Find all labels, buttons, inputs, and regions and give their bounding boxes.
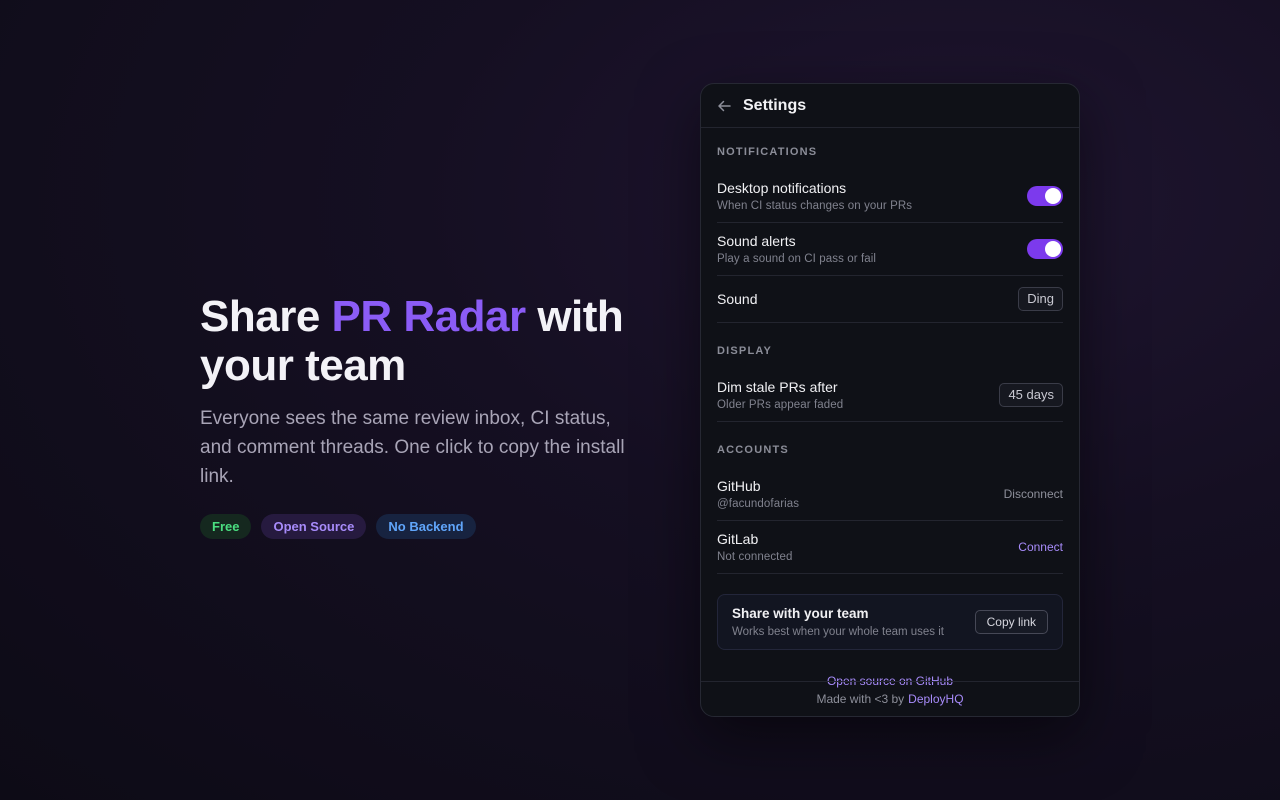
gitlab-connect-button[interactable]: Connect	[1018, 540, 1063, 554]
section-label-notifications: NOTIFICATIONS	[717, 146, 818, 158]
account-title: GitLab	[717, 530, 759, 547]
badge-list: Free Open Source No Backend	[200, 514, 640, 539]
arrow-left-icon[interactable]	[717, 98, 733, 114]
hero-title-accent: PR Radar	[331, 292, 527, 341]
hero-description: Everyone sees the same review inbox, CI …	[200, 408, 625, 487]
setting-subtitle: Older PRs appear faded	[717, 398, 844, 411]
badge-free: Free	[200, 514, 252, 539]
account-gitlab: GitLab Not connected Connect	[717, 521, 1063, 574]
sound-alerts-toggle[interactable]	[1027, 239, 1063, 259]
toggle-knob	[1045, 241, 1061, 257]
panel-title: Settings	[743, 96, 807, 114]
setting-subtitle: When CI status changes on your PRs	[717, 199, 913, 212]
copy-link-button[interactable]: Copy link	[974, 610, 1048, 634]
account-github: GitHub @facundofarias Disconnect	[717, 468, 1063, 521]
account-subtitle: Not connected	[717, 550, 793, 563]
panel-footer: Made with <3 by DeployHQ	[701, 681, 1079, 716]
setting-desktop-notifications: Desktop notifications When CI status cha…	[717, 170, 1063, 223]
setting-title: Sound alerts	[717, 232, 796, 249]
share-card: Share with your team Works best when you…	[717, 594, 1063, 650]
badge-open-source: Open Source	[261, 514, 367, 539]
setting-title: Dim stale PRs after	[717, 378, 838, 395]
section-label-accounts: ACCOUNTS	[717, 444, 789, 456]
sound-select[interactable]: Ding	[1018, 287, 1063, 311]
setting-title: Desktop notifications	[717, 179, 847, 196]
settings-panel: Settings NOTIFICATIONS Desktop notificat…	[700, 83, 1080, 717]
share-title: Share with your team	[732, 605, 869, 621]
toggle-knob	[1045, 188, 1061, 204]
setting-title: Sound	[717, 290, 758, 307]
share-subtitle: Works best when your whole team uses it	[732, 625, 944, 638]
footer-text: Made with <3 by	[816, 692, 905, 706]
desktop-notifications-toggle[interactable]	[1027, 186, 1063, 206]
footer-brand-link[interactable]: DeployHQ	[908, 692, 963, 706]
setting-sound: Sound Ding	[717, 276, 1063, 323]
setting-subtitle: Play a sound on CI pass or fail	[717, 252, 877, 265]
panel-header: Settings	[701, 84, 1079, 128]
account-title: GitHub	[717, 477, 761, 494]
dim-stale-select[interactable]: 45 days	[999, 383, 1063, 407]
account-subtitle: @facundofarias	[717, 497, 800, 510]
hero: Share PR Radar with your team Everyone s…	[200, 292, 640, 539]
setting-dim-stale: Dim stale PRs after Older PRs appear fad…	[717, 369, 1063, 422]
badge-no-backend: No Backend	[376, 514, 476, 539]
setting-sound-alerts: Sound alerts Play a sound on CI pass or …	[717, 223, 1063, 276]
hero-title: Share PR Radar with your team	[200, 292, 624, 390]
github-disconnect-button[interactable]: Disconnect	[1004, 487, 1063, 501]
section-label-display: DISPLAY	[717, 345, 773, 357]
